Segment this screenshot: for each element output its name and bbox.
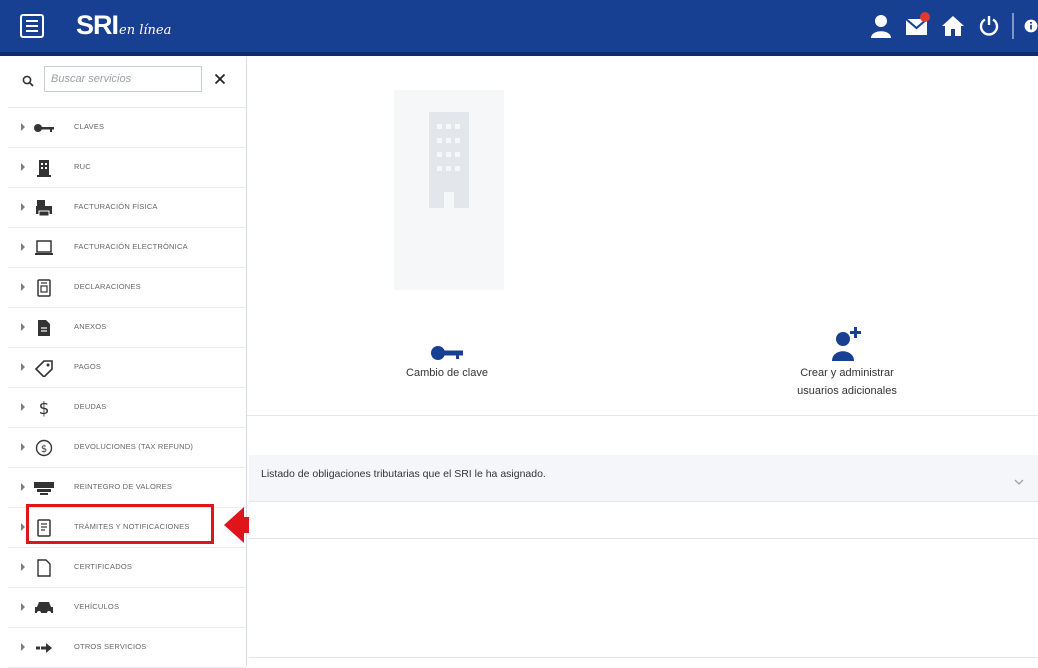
power-icon[interactable] xyxy=(976,13,1002,39)
sidebar: CLAVES RUC FACTURACIÓN FÍSICA FACTURACIÓ… xyxy=(8,57,247,668)
sidebar-item-label: DEUDAS xyxy=(74,402,107,411)
sidebar-item-facturacion-electronica[interactable]: FACTURACIÓN ELECTRÓNICA xyxy=(8,228,246,268)
sidebar-item-label: VEHÍCULOS xyxy=(74,602,120,611)
arrow-right-icon xyxy=(32,637,56,659)
sidebar-item-label: DEVOLUCIONES (TAX REFUND) xyxy=(74,442,194,451)
separator xyxy=(1012,13,1014,39)
certificate-icon xyxy=(32,557,56,579)
sidebar-item-label: CERTIFICADOS xyxy=(74,562,133,571)
notification-badge xyxy=(920,12,930,22)
expand-caret-icon xyxy=(21,643,25,651)
svg-text:$: $ xyxy=(41,444,47,455)
expand-caret-icon xyxy=(21,403,25,411)
sidebar-search xyxy=(8,57,246,108)
service-crear-usuarios[interactable]: Crear y administrar usuarios adicionales xyxy=(767,320,927,400)
key-icon xyxy=(367,320,527,362)
sidebar-item-label: RUC xyxy=(74,162,91,171)
expand-caret-icon xyxy=(21,203,25,211)
sidebar-item-anexos[interactable]: ANEXOS xyxy=(8,308,246,348)
obligations-panel-body xyxy=(249,502,1038,539)
menu-toggle-button[interactable] xyxy=(20,14,44,38)
image-card xyxy=(394,90,504,290)
highlight-box xyxy=(26,504,214,544)
file-icon xyxy=(32,317,56,339)
chevron-down-icon[interactable] xyxy=(1014,472,1024,490)
printer-icon xyxy=(32,197,56,219)
mail-icon[interactable] xyxy=(904,12,930,39)
close-icon[interactable] xyxy=(214,72,226,90)
money-icon xyxy=(32,477,56,499)
expand-caret-icon xyxy=(21,163,25,171)
sidebar-item-facturacion-fisica[interactable]: FACTURACIÓN FÍSICA xyxy=(8,188,246,228)
document-icon xyxy=(32,277,56,299)
service-label: Cambio de clave xyxy=(406,367,488,379)
refund-icon: $ xyxy=(32,437,56,459)
service-label: usuarios adicionales xyxy=(797,385,897,397)
laptop-icon xyxy=(32,237,56,259)
obligations-title: Listado de obligaciones tributarias que … xyxy=(261,468,546,480)
sidebar-item-label: ANEXOS xyxy=(74,322,107,331)
search-icon xyxy=(22,74,34,92)
service-cambio-clave[interactable]: Cambio de clave xyxy=(367,320,527,382)
service-label: Crear y administrar xyxy=(800,367,894,379)
expand-caret-icon xyxy=(21,563,25,571)
sidebar-item-reintegro[interactable]: REINTEGRO DE VALORES xyxy=(8,468,246,508)
sidebar-item-label: DECLARACIONES xyxy=(74,282,141,291)
sidebar-item-claves[interactable]: CLAVES xyxy=(8,108,246,148)
sidebar-item-label: PAGOS xyxy=(74,362,102,371)
expand-caret-icon xyxy=(21,363,25,371)
building-icon xyxy=(32,157,56,179)
sidebar-item-ruc[interactable]: RUC xyxy=(8,148,246,188)
divider xyxy=(247,415,1038,416)
sidebar-item-label: REINTEGRO DE VALORES xyxy=(74,482,173,491)
sidebar-item-certificados[interactable]: CERTIFICADOS xyxy=(8,548,246,588)
logo-text: SRI xyxy=(76,10,119,40)
logo-subtext: en línea xyxy=(119,23,172,38)
home-icon[interactable] xyxy=(940,13,966,39)
top-navbar: SRI en línea xyxy=(0,0,1038,56)
building-placeholder-icon xyxy=(429,112,469,213)
sidebar-item-pagos[interactable]: PAGOS xyxy=(8,348,246,388)
car-icon xyxy=(32,597,56,619)
sidebar-item-devoluciones[interactable]: $ DEVOLUCIONES (TAX REFUND) xyxy=(8,428,246,468)
svg-text:$: $ xyxy=(39,399,50,418)
sidebar-item-label: FACTURACIÓN ELECTRÓNICA xyxy=(74,242,188,251)
expand-caret-icon xyxy=(21,483,25,491)
sidebar-item-label: CLAVES xyxy=(74,122,105,131)
expand-caret-icon xyxy=(21,323,25,331)
user-icon[interactable] xyxy=(868,13,894,39)
expand-caret-icon xyxy=(21,283,25,291)
expand-caret-icon xyxy=(21,243,25,251)
expand-caret-icon xyxy=(21,603,25,611)
dollar-icon: $ xyxy=(32,397,56,419)
sidebar-item-otros-servicios[interactable]: OTROS SERVICIOS xyxy=(8,628,246,668)
tag-icon xyxy=(32,357,56,379)
sidebar-item-deudas[interactable]: $ DEUDAS xyxy=(8,388,246,428)
sidebar-item-label: OTROS SERVICIOS xyxy=(74,642,147,651)
expand-caret-icon xyxy=(21,443,25,451)
search-input[interactable] xyxy=(44,66,202,92)
expand-caret-icon xyxy=(21,523,25,531)
divider xyxy=(249,657,1038,658)
sidebar-item-vehiculos[interactable]: VEHÍCULOS xyxy=(8,588,246,628)
add-user-icon xyxy=(767,320,927,362)
sidebar-item-label: FACTURACIÓN FÍSICA xyxy=(74,202,158,211)
sri-logo[interactable]: SRI en línea xyxy=(76,10,171,40)
obligations-panel-header[interactable]: Listado de obligaciones tributarias que … xyxy=(249,455,1038,502)
top-icons xyxy=(868,0,1038,52)
main-content: Cambio de clave Crear y administrar usua… xyxy=(247,57,1038,666)
key-icon xyxy=(32,117,56,139)
info-icon[interactable] xyxy=(1024,13,1038,39)
expand-caret-icon xyxy=(21,123,25,131)
sidebar-item-declaraciones[interactable]: DECLARACIONES xyxy=(8,268,246,308)
